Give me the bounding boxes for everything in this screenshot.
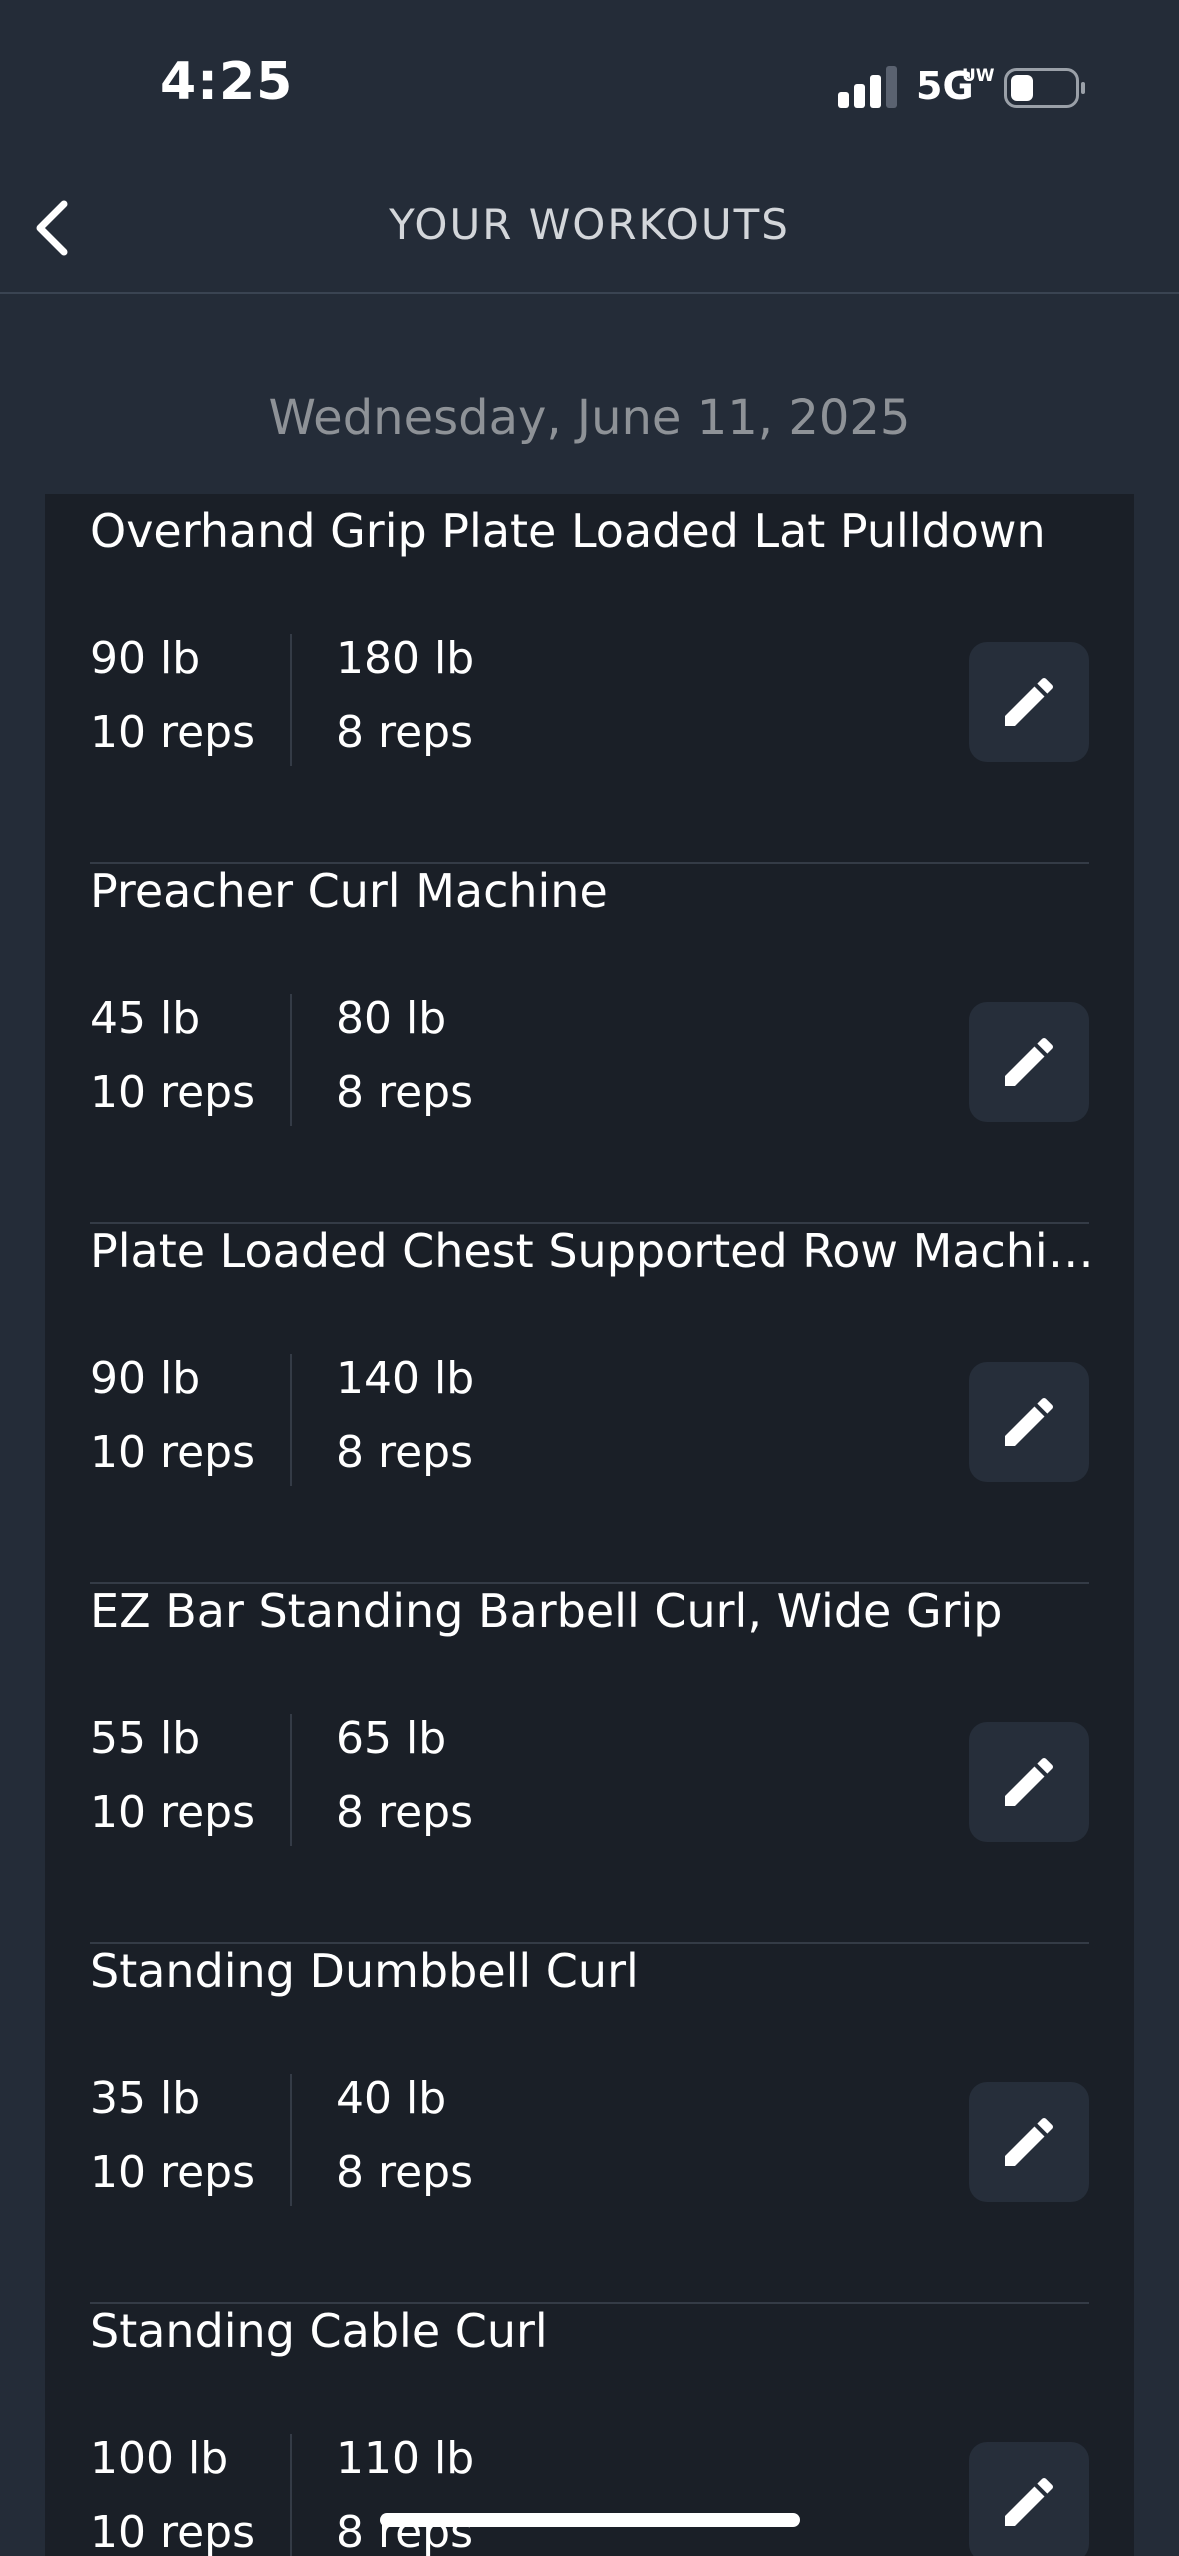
set-2: 180 lb 8 reps [336, 622, 474, 770]
set-reps: 8 reps [336, 707, 474, 758]
set-reps: 10 reps [90, 1427, 256, 1478]
edit-workout-button[interactable] [969, 2442, 1089, 2556]
set-reps: 10 reps [90, 1787, 256, 1838]
edit-workout-button[interactable] [969, 2082, 1089, 2202]
workout-item: Standing Dumbbell Curl 35 lb 10 reps 40 … [90, 1944, 1089, 2304]
set-1: 55 lb 10 reps [90, 1702, 255, 1850]
workout-name: Plate Loaded Chest Supported Row Machi… [90, 1224, 1090, 1278]
set-reps: 10 reps [90, 2147, 256, 2198]
set-weight: 65 lb [336, 1713, 447, 1764]
set-1: 35 lb 10 reps [90, 2062, 255, 2210]
pencil-icon [1005, 1037, 1054, 1086]
workout-name: Overhand Grip Plate Loaded Lat Pulldown [90, 504, 1046, 558]
edit-workout-button[interactable] [969, 1002, 1089, 1122]
workout-item: Preacher Curl Machine 45 lb 10 reps 80 l… [90, 864, 1089, 1224]
set-1: 45 lb 10 reps [90, 982, 255, 1130]
workout-name: Standing Dumbbell Curl [90, 1944, 639, 1998]
workout-name: EZ Bar Standing Barbell Curl, Wide Grip [90, 1584, 1003, 1638]
set-reps: 8 reps [336, 1427, 474, 1478]
set-reps: 8 reps [336, 2147, 474, 2198]
set-separator [290, 2434, 292, 2556]
set-weight: 110 lb [336, 2433, 475, 2484]
set-2: 40 lb 8 reps [336, 2062, 473, 2210]
set-weight: 35 lb [90, 2073, 201, 2124]
screen: 4:25 5G UW YOUR WORKOUTS Wednesday, June… [0, 0, 1179, 2556]
set-separator [290, 2074, 292, 2206]
status-bar: 4:25 5G UW [0, 0, 1179, 160]
set-reps: 8 reps [336, 1787, 474, 1838]
workout-item: Overhand Grip Plate Loaded Lat Pulldown … [90, 504, 1089, 864]
pencil-icon [1005, 2477, 1054, 2526]
nav-bar: YOUR WORKOUTS [0, 160, 1179, 294]
network-sup-label: UW [962, 66, 995, 86]
set-1: 100 lb 10 reps [90, 2422, 255, 2556]
battery-icon [1004, 68, 1085, 108]
set-2: 80 lb 8 reps [336, 982, 473, 1130]
pencil-icon [1005, 1757, 1054, 1806]
set-weight: 45 lb [90, 993, 201, 1044]
set-2: 110 lb 8 reps [336, 2422, 474, 2556]
set-separator [290, 1354, 292, 1486]
edit-workout-button[interactable] [969, 642, 1089, 762]
set-weight: 55 lb [90, 1713, 201, 1764]
edit-workout-button[interactable] [969, 1722, 1089, 1842]
set-separator [290, 994, 292, 1126]
set-weight: 180 lb [336, 633, 475, 684]
cellular-signal-icon [838, 66, 897, 108]
set-weight: 90 lb [90, 1353, 201, 1404]
status-time: 4:25 [160, 52, 294, 112]
set-weight: 100 lb [90, 2433, 229, 2484]
set-weight: 140 lb [336, 1353, 475, 1404]
workout-name: Preacher Curl Machine [90, 864, 608, 918]
workout-item: EZ Bar Standing Barbell Curl, Wide Grip … [90, 1584, 1089, 1944]
set-weight: 40 lb [336, 2073, 447, 2124]
set-reps: 10 reps [90, 707, 256, 758]
set-1: 90 lb 10 reps [90, 622, 255, 770]
set-weight: 80 lb [336, 993, 447, 1044]
set-separator [290, 1714, 292, 1846]
set-reps: 10 reps [90, 1067, 256, 1118]
workout-list: Overhand Grip Plate Loaded Lat Pulldown … [45, 494, 1134, 2556]
home-indicator[interactable] [380, 2513, 800, 2527]
pencil-icon [1005, 1397, 1054, 1446]
set-weight: 90 lb [90, 633, 201, 684]
pencil-icon [1005, 2117, 1054, 2166]
set-reps: 8 reps [336, 1067, 474, 1118]
set-2: 65 lb 8 reps [336, 1702, 473, 1850]
set-2: 140 lb 8 reps [336, 1342, 474, 1490]
pencil-icon [1005, 677, 1054, 726]
workout-item: Plate Loaded Chest Supported Row Machi… … [90, 1224, 1090, 1584]
set-reps: 10 reps [90, 2507, 256, 2556]
date-heading: Wednesday, June 11, 2025 [268, 390, 911, 446]
workout-name: Standing Cable Curl [90, 2304, 548, 2358]
edit-workout-button[interactable] [969, 1362, 1089, 1482]
set-1: 90 lb 10 reps [90, 1342, 255, 1490]
set-separator [290, 634, 292, 766]
page-title: YOUR WORKOUTS [389, 200, 790, 249]
